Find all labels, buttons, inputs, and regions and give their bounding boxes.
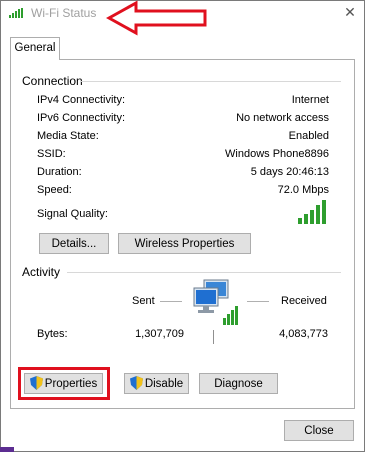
ipv6-label: IPv6 Connectivity: [37,112,126,124]
bytes-received-value: 4,083,773 [279,328,328,340]
tab-general[interactable]: General [10,37,60,60]
close-button[interactable]: Close [284,420,354,441]
wifi-signal-title-icon [9,8,23,18]
uac-shield-icon [129,376,143,390]
speed-value: 72.0 Mbps [277,184,329,196]
properties-button[interactable]: Properties [24,373,103,394]
ipv4-value: Internet [291,94,329,106]
bytes-sent-value: 1,307,709 [135,328,184,340]
details-button[interactable]: Details... [39,233,109,254]
uac-shield-icon [29,376,43,390]
duration-value: 5 days 20:46:13 [250,166,329,178]
media-state-value: Enabled [288,130,329,142]
ssid-value: Windows Phone8896 [225,148,329,160]
sent-line [160,301,182,302]
activity-heading: Activity [22,265,61,279]
network-computers-icon [193,279,238,325]
connection-heading: Connection [22,74,83,88]
ipv4-label: IPv4 Connectivity: [37,94,126,106]
received-line [247,301,269,302]
disable-button[interactable]: Disable [124,373,189,394]
ssid-label: SSID: [37,148,66,160]
connection-divider [80,81,341,82]
bytes-label: Bytes: [37,328,68,340]
duration-label: Duration: [37,166,82,178]
disable-button-label: Disable [144,378,184,390]
activity-divider [67,272,341,273]
diagnose-button[interactable]: Diagnose [199,373,278,394]
ipv6-value: No network access [236,112,329,124]
annotation-arrow-icon [106,0,207,36]
media-state-label: Media State: [37,130,99,142]
speed-label: Speed: [37,184,72,196]
title-close-icon[interactable]: ✕ [343,4,357,21]
taskbar-edge [0,447,14,452]
properties-button-label: Properties [44,378,98,390]
received-label: Received [281,295,327,307]
signal-quality-icon [298,200,326,224]
signal-quality-label: Signal Quality: [37,208,108,220]
window-title: Wi-Fi Status [31,6,97,20]
sent-label: Sent [132,295,155,307]
wireless-properties-button[interactable]: Wireless Properties [118,233,251,254]
activity-center-line [213,330,214,344]
